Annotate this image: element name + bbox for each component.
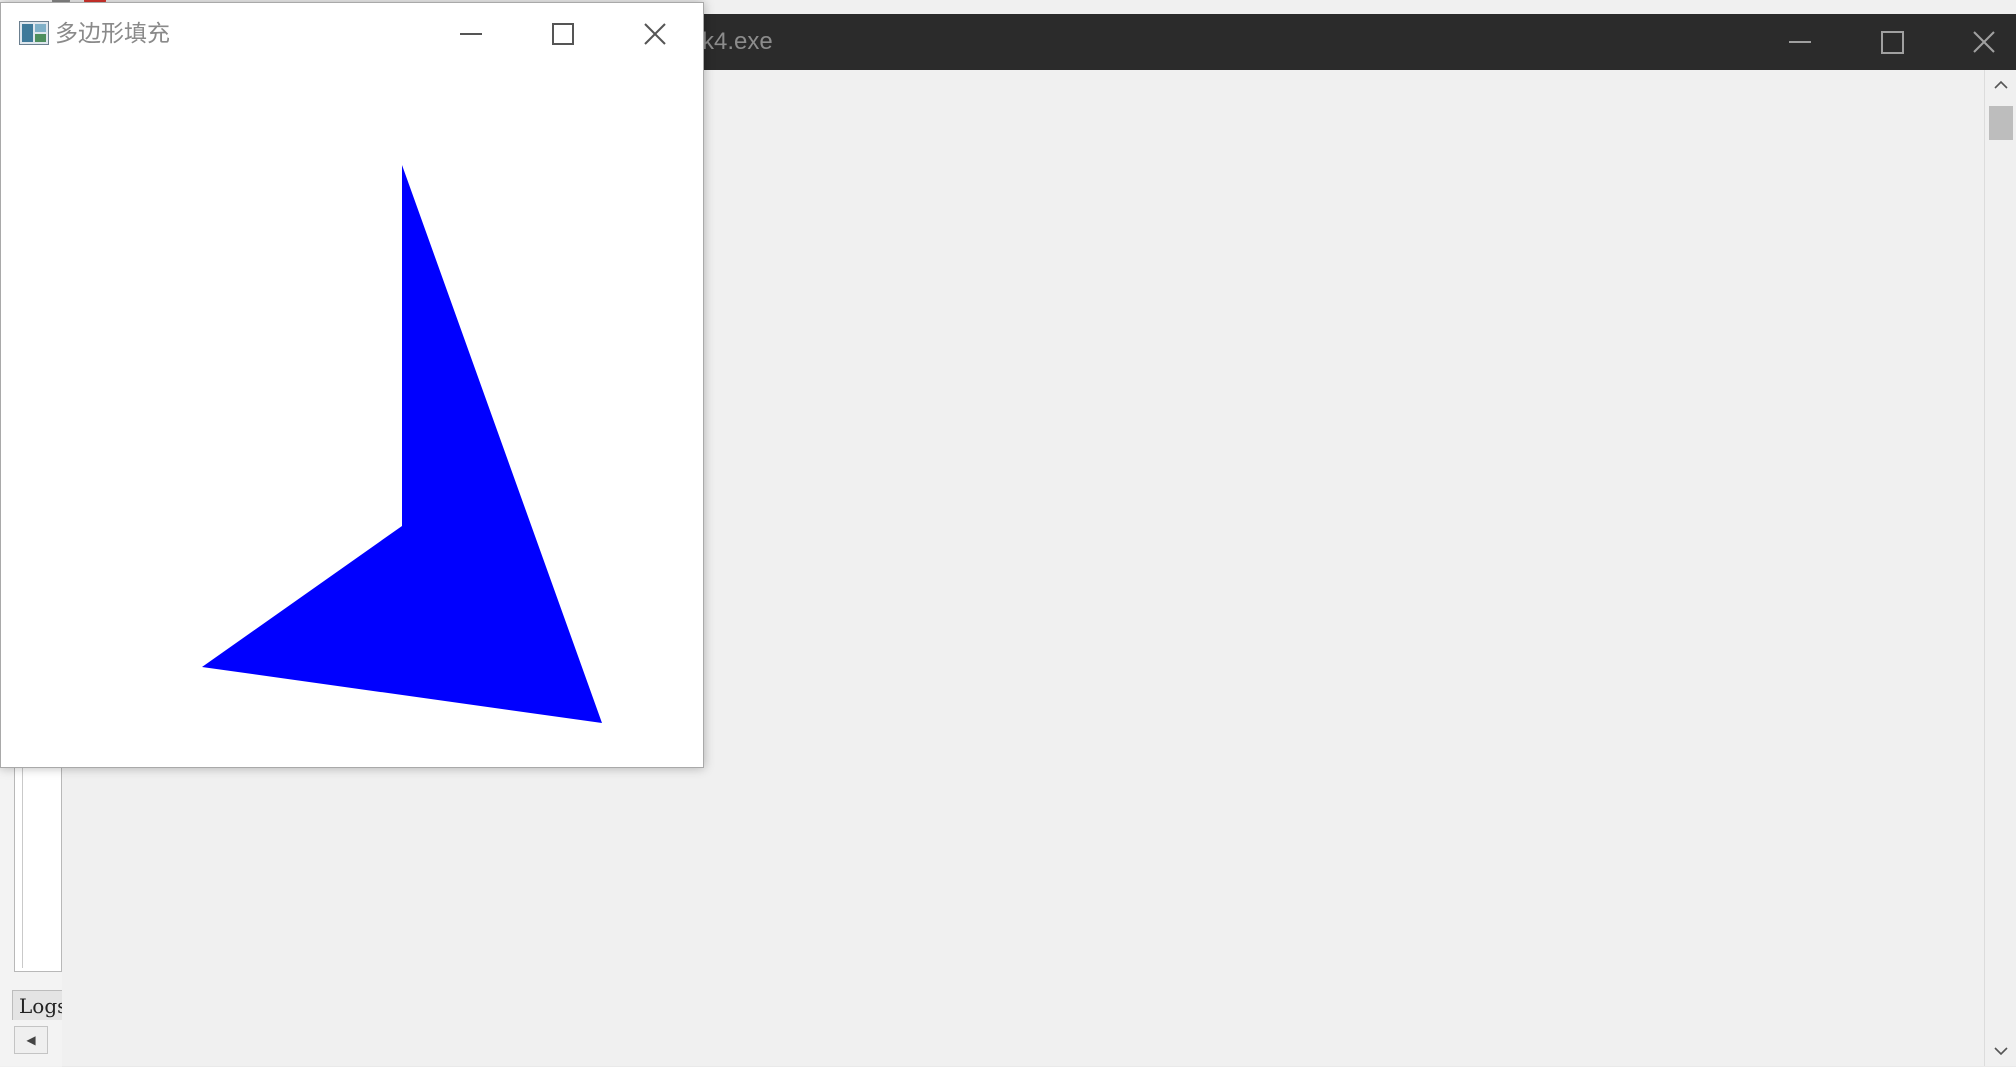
console-vertical-scrollbar[interactable]	[1984, 70, 2016, 1066]
console-maximize-button[interactable]	[1846, 14, 1938, 70]
ide-side-panel-divider	[22, 760, 59, 968]
maximize-icon	[1880, 30, 1904, 54]
polygon-maximize-button[interactable]	[517, 3, 609, 65]
maximize-icon	[552, 23, 574, 45]
app-icon	[19, 21, 49, 45]
scrollbar-thumb[interactable]	[1989, 106, 2013, 140]
console-close-button[interactable]	[1938, 14, 2016, 70]
close-icon	[1973, 31, 1995, 53]
minimize-icon	[1789, 41, 1811, 43]
polygon-minimize-button[interactable]	[425, 3, 517, 65]
console-minimize-button[interactable]	[1754, 14, 1846, 70]
minimize-icon	[460, 33, 482, 35]
polygon-close-button[interactable]	[609, 3, 701, 65]
polygon-canvas[interactable]	[1, 65, 703, 767]
polygon-window-titlebar[interactable]: 多边形填充	[1, 3, 703, 65]
close-icon	[644, 23, 666, 45]
scroll-up-arrow-icon[interactable]	[1985, 70, 2016, 100]
scroll-down-arrow-icon[interactable]	[1985, 1036, 2016, 1066]
polygon-fill-window: 多边形填充	[0, 2, 704, 768]
console-title: k4.exe	[702, 28, 773, 55]
logs-tab[interactable]: Logs	[12, 990, 67, 1020]
polygon-canvas-svg	[202, 165, 602, 723]
filled-polygon	[202, 165, 602, 723]
polygon-window-title: 多边形填充	[55, 21, 170, 47]
scroll-left-arrow-icon[interactable]: ◀	[14, 1026, 48, 1054]
